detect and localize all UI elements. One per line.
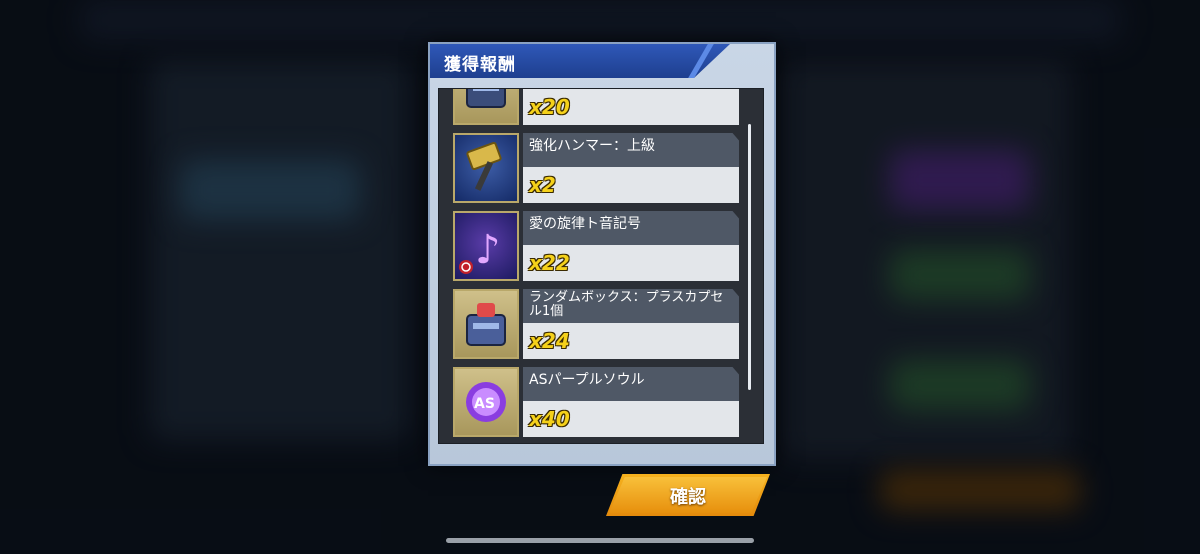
treble-clef-icon: ♪ — [453, 211, 519, 281]
reward-quantity: x24 — [529, 329, 570, 353]
dialog-title-bar: 獲得報酬 — [430, 44, 730, 78]
reward-name: 愛の旋律ト音記号 — [529, 216, 641, 232]
dialog-title: 獲得報酬 — [444, 55, 516, 75]
reward-quantity: x2 — [529, 173, 556, 197]
reward-item: 強化ハンマー：上級 x2 — [453, 133, 743, 203]
reward-name: ランダムボックス：プラスカプセル1個 — [529, 290, 724, 319]
reward-quantity: x20 — [529, 95, 570, 119]
reward-item: AS ASパープルソウル x40 — [453, 367, 743, 437]
reward-name: ASパープルソウル — [529, 372, 645, 388]
reward-list[interactable]: x20 強化ハンマー：上級 x2 ♪ 愛の旋律ト音記号 x22 ランダムボックス… — [438, 88, 764, 444]
reward-quantity: x22 — [529, 251, 570, 275]
list-scrollbar[interactable] — [748, 124, 751, 390]
reward-item: ♪ 愛の旋律ト音記号 x22 — [453, 211, 743, 281]
confirm-button[interactable]: 確認 — [606, 474, 770, 516]
svg-text:♪: ♪ — [475, 227, 501, 273]
purple-soul-icon: AS — [453, 367, 519, 437]
random-box-icon — [453, 289, 519, 359]
home-indicator[interactable] — [446, 538, 754, 543]
reward-name: 強化ハンマー：上級 — [529, 138, 655, 154]
reward-dialog: 獲得報酬 x20 強化ハンマー：上級 x2 ♪ 愛の旋律ト音記号 x22 ランダ… — [428, 42, 776, 466]
capsule-box-icon — [453, 89, 519, 125]
svg-text:AS: AS — [474, 396, 495, 412]
reward-quantity: x40 — [529, 407, 570, 431]
reward-item: x20 — [453, 89, 743, 125]
hammer-icon — [453, 133, 519, 203]
confirm-button-label: 確認 — [670, 487, 706, 508]
reward-item: ランダムボックス：プラスカプセル1個 x24 — [453, 289, 743, 359]
